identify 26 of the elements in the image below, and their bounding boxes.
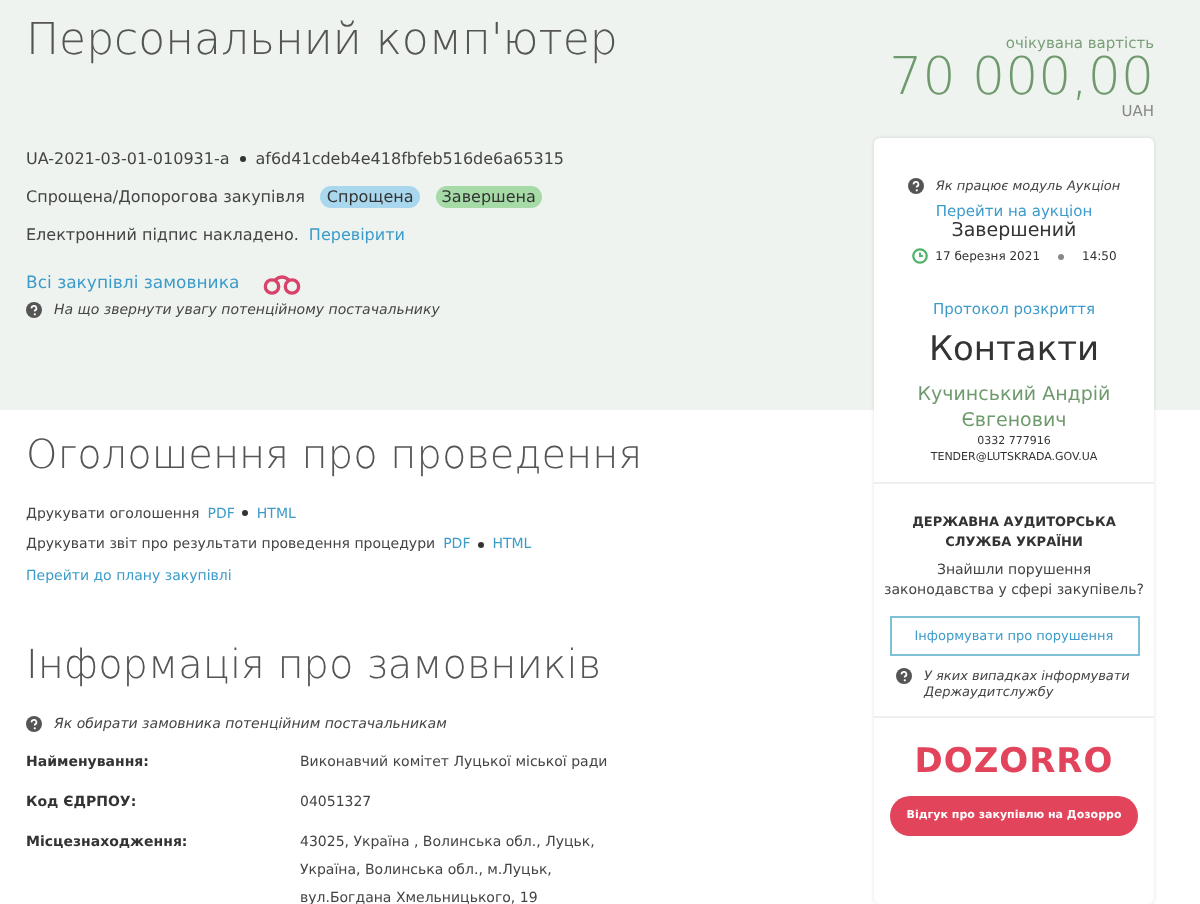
status-badge: Спрощена xyxy=(320,186,420,208)
dozorro-logo: DOZORRO xyxy=(914,742,1114,782)
handcuffs-icon xyxy=(261,271,302,295)
bullet-icon xyxy=(478,541,485,548)
verify-link[interactable]: Перевірити xyxy=(308,226,405,244)
tender-hash: af6d41cdeb4e418fbfeb516de6a65315 xyxy=(255,150,564,168)
section-heading: Інформація про замовників xyxy=(26,639,604,687)
price-amount: 70 000,00 xyxy=(887,52,1154,104)
bullet-icon xyxy=(1058,253,1065,259)
help-icon xyxy=(907,178,924,194)
help-icon xyxy=(26,302,42,318)
buyer-procurements-link[interactable]: Всі закупівлі замовника xyxy=(26,273,240,293)
tender-id: UA-2021-03-01-010931-a xyxy=(26,150,230,168)
bullet-icon xyxy=(242,510,249,517)
contacts-heading: Контакти xyxy=(928,328,1100,374)
contact-name: Кучинський Андрій Євгенович xyxy=(915,382,1113,434)
clock-icon xyxy=(911,248,928,264)
auction-status: Завершений xyxy=(951,220,1077,242)
page-title: Персональний комп'ютер xyxy=(26,14,620,70)
signature-text: Електронний підпис накладено. xyxy=(26,226,299,244)
bullet-icon xyxy=(239,156,246,162)
procedure-type: Спрощена/Допорогова закупівля xyxy=(26,188,305,206)
help-icon xyxy=(26,715,42,731)
status-badge: Завершена xyxy=(435,186,542,208)
section-heading: Оголошення про проведення xyxy=(26,430,645,478)
help-icon xyxy=(896,668,912,684)
